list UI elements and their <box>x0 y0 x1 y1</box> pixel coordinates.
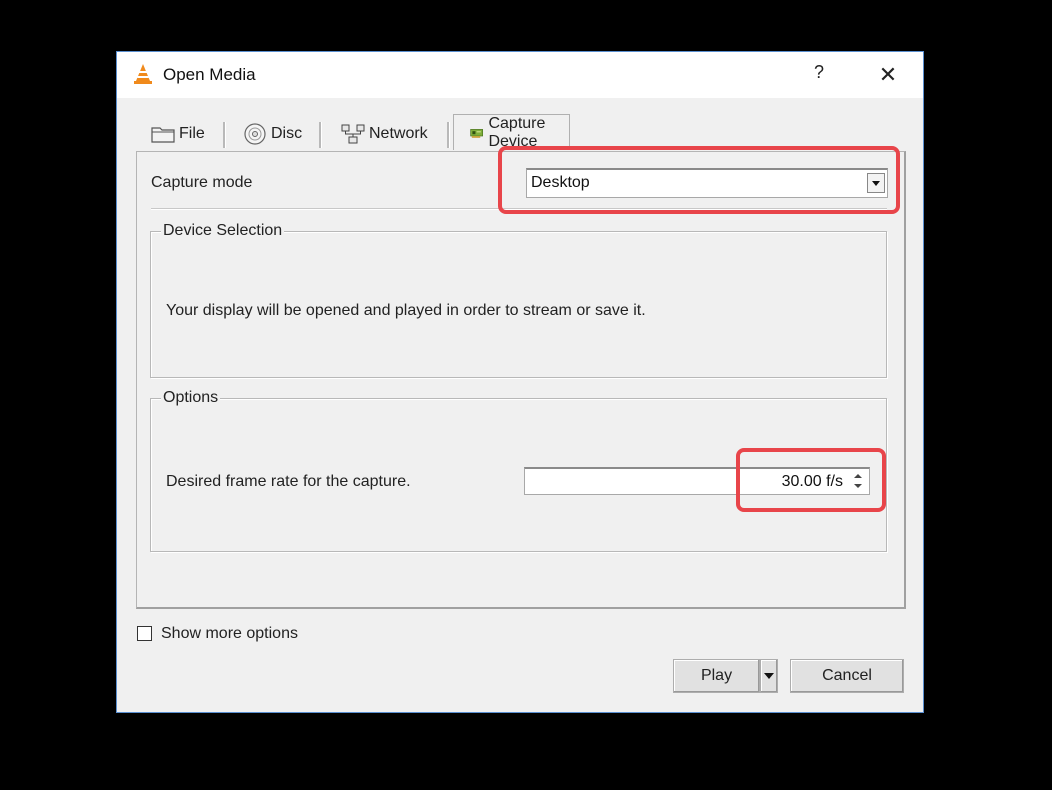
network-icon <box>341 124 365 144</box>
disc-icon <box>244 123 266 145</box>
capture-card-icon <box>470 128 483 138</box>
title-bar: Open Media ? ✕ <box>117 52 923 98</box>
options-title: Options <box>161 389 221 407</box>
device-selection-text: Your display will be opened and played i… <box>166 302 646 319</box>
show-more-options-label[interactable]: Show more options <box>161 625 298 643</box>
tab-network[interactable]: Network <box>341 118 428 150</box>
tab-label: Disc <box>271 125 303 142</box>
device-selection-group: Device Selection Your display will be op… <box>150 222 887 378</box>
device-selection-title: Device Selection <box>161 222 285 240</box>
folder-icon <box>151 127 175 143</box>
cancel-button[interactable]: Cancel <box>790 659 904 693</box>
close-button[interactable]: ✕ <box>873 60 903 90</box>
tab-label: Network <box>369 125 428 142</box>
tab-capture-device[interactable]: Capture Device <box>453 114 570 150</box>
highlight-frame-rate <box>736 448 886 512</box>
tab-separator <box>447 122 450 148</box>
play-button[interactable]: Play <box>673 659 760 693</box>
tab-label: File <box>179 125 205 142</box>
tab-separator <box>223 122 226 148</box>
vlc-cone-icon <box>134 64 152 84</box>
play-menu-button[interactable] <box>760 659 778 693</box>
capture-mode-label: Capture mode <box>151 174 253 191</box>
frame-rate-label: Desired frame rate for the capture. <box>166 473 411 490</box>
dialog-title: Open Media <box>163 65 256 84</box>
show-more-options-checkbox[interactable] <box>137 626 152 641</box>
capture-device-panel: Capture mode Desktop Device Selection Yo… <box>136 151 906 609</box>
tab-disc[interactable]: Disc <box>243 118 302 150</box>
tab-separator <box>319 122 322 148</box>
tab-file[interactable]: File <box>151 118 205 150</box>
help-button[interactable]: ? <box>807 62 831 88</box>
highlight-capture-mode <box>498 146 900 214</box>
